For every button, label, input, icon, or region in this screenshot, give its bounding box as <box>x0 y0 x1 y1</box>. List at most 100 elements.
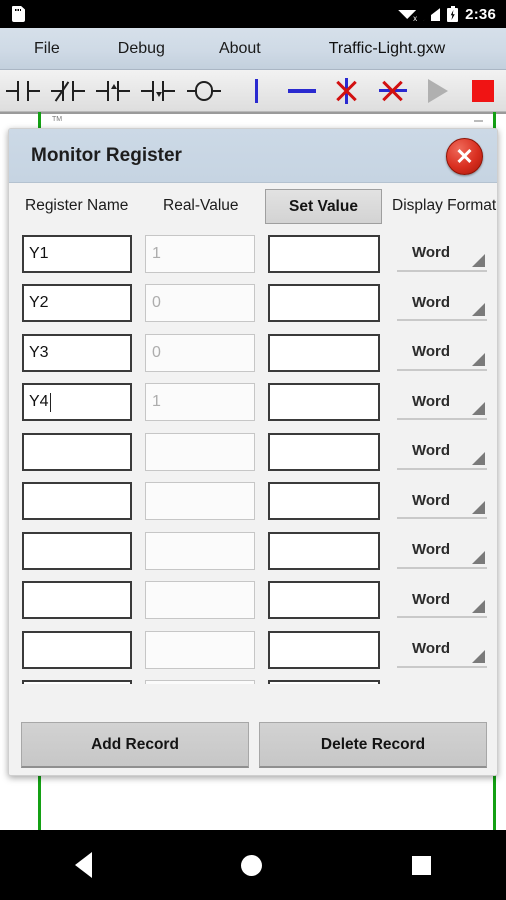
real-value-field <box>145 482 255 521</box>
display-format-label: Word <box>411 442 451 460</box>
display-format-label: Word <box>411 244 451 262</box>
project-filename: Traffic-Light.gxw <box>328 39 446 57</box>
back-icon[interactable] <box>74 852 92 878</box>
real-value-field <box>145 581 255 620</box>
menu-item-about[interactable]: About <box>213 40 267 58</box>
chevron-down-icon <box>472 253 485 267</box>
contact-no-icon[interactable] <box>0 70 45 112</box>
wifi-off-icon: x <box>398 7 417 23</box>
set-value-input[interactable] <box>268 383 380 422</box>
set-value-button[interactable]: Set Value <box>265 189 382 224</box>
display-format-label: Word <box>411 293 451 311</box>
set-value-input[interactable] <box>268 234 380 273</box>
close-glyph: ✕ <box>455 143 474 169</box>
real-value-field <box>145 531 255 570</box>
status-bar-left <box>12 6 398 22</box>
register-name-input[interactable] <box>22 630 132 669</box>
display-format-label: Word <box>411 343 451 361</box>
register-name-input[interactable] <box>22 581 132 620</box>
contact-rising-icon[interactable] <box>91 70 136 112</box>
run-icon[interactable] <box>415 70 460 112</box>
table-row: Word <box>9 477 497 527</box>
real-value-field: 0 <box>145 333 255 372</box>
table-row: Word <box>9 427 497 477</box>
set-value-input[interactable] <box>268 333 380 372</box>
signal-bars-icon <box>423 7 441 21</box>
display-format-dropdown[interactable]: Word <box>397 533 487 569</box>
real-value-field: 1 <box>145 234 255 273</box>
ladder-top-border <box>0 112 506 114</box>
ladder-label-tiny: TM <box>52 116 63 123</box>
chevron-down-icon <box>472 649 485 663</box>
register-name-input[interactable] <box>22 680 132 684</box>
table-row: Y2 0 Word <box>9 279 497 329</box>
column-header-row: Register Name Real-Value Set Value Displ… <box>9 183 497 229</box>
close-icon[interactable]: ✕ <box>446 138 483 175</box>
display-format-dropdown[interactable]: Word <box>397 632 487 668</box>
real-value-field: 1 <box>145 383 255 422</box>
set-value-input[interactable] <box>268 482 380 521</box>
dialog-action-bar: Add Record Delete Record <box>9 715 497 775</box>
table-row: Y4 1 Word <box>9 378 497 428</box>
register-rows-container[interactable]: Y1 1 Word Y2 0 Word Y3 0 Word Y4 1 Word … <box>9 229 497 684</box>
real-value-field: 0 <box>145 284 255 323</box>
horizontal-line-icon[interactable] <box>280 70 325 112</box>
android-status-bar: x 2:36 <box>0 0 506 28</box>
register-name-input[interactable] <box>22 531 132 570</box>
register-name-input[interactable] <box>22 482 132 521</box>
register-name-text: Y4 <box>29 393 49 411</box>
table-row: Y1 1 Word <box>9 229 497 279</box>
ladder-mark-dash <box>474 120 483 122</box>
set-value-input[interactable] <box>268 680 380 684</box>
status-bar-clock: 2:36 <box>465 5 496 23</box>
register-name-input[interactable]: Y1 <box>22 234 132 273</box>
chevron-down-icon <box>472 303 485 317</box>
chevron-down-icon <box>472 451 485 465</box>
set-value-input[interactable] <box>268 581 380 620</box>
vertical-line-icon[interactable] <box>234 70 279 112</box>
display-format-label: Word <box>411 491 451 509</box>
register-name-input[interactable]: Y2 <box>22 284 132 323</box>
display-format-dropdown[interactable]: Word <box>397 236 487 272</box>
display-format-dropdown[interactable]: Word <box>397 434 487 470</box>
set-value-input[interactable] <box>268 432 380 471</box>
real-value-field <box>145 432 255 471</box>
delete-record-button[interactable]: Delete Record <box>259 722 487 768</box>
recents-icon[interactable] <box>412 855 432 875</box>
chevron-down-icon <box>472 600 485 614</box>
display-format-dropdown[interactable]: Word <box>397 384 487 421</box>
set-value-input[interactable] <box>268 531 380 570</box>
column-header-real-value: Real-Value <box>163 197 239 214</box>
register-name-input[interactable]: Y4 <box>22 383 132 422</box>
dialog-title: Monitor Register <box>31 144 182 166</box>
display-format-dropdown[interactable]: Word <box>397 483 487 520</box>
add-record-button[interactable]: Add Record <box>21 722 249 768</box>
display-format-label: Word <box>411 392 451 410</box>
display-format-dropdown[interactable]: Word <box>397 681 487 684</box>
table-row: Word <box>9 675 497 684</box>
register-name-input[interactable] <box>22 432 132 471</box>
android-nav-bar <box>0 830 506 900</box>
menu-item-file[interactable]: File <box>28 40 66 58</box>
register-name-input[interactable]: Y3 <box>22 333 132 372</box>
home-icon[interactable] <box>241 854 263 876</box>
contact-nc-icon[interactable] <box>45 70 90 112</box>
table-row: Word <box>9 526 497 576</box>
display-format-label: Word <box>411 640 451 658</box>
contact-falling-icon[interactable] <box>136 70 181 112</box>
real-value-field <box>145 680 255 684</box>
coil-icon[interactable] <box>181 70 226 112</box>
delete-horizontal-line-icon[interactable] <box>370 70 415 112</box>
table-row: Word <box>9 625 497 675</box>
set-value-input[interactable] <box>268 284 380 323</box>
dialog-title-bar: Monitor Register ✕ <box>9 129 497 183</box>
delete-vertical-line-icon[interactable] <box>325 70 370 112</box>
stop-icon[interactable] <box>461 70 506 112</box>
display-format-dropdown[interactable]: Word <box>397 582 487 619</box>
display-format-dropdown[interactable]: Word <box>397 285 487 322</box>
menu-item-debug[interactable]: Debug <box>112 40 171 58</box>
set-value-input[interactable] <box>268 630 380 669</box>
screen-root: x 2:36 File Debug About Traffic-Light.gx… <box>0 0 506 900</box>
sd-card-icon <box>12 6 25 22</box>
display-format-dropdown[interactable]: Word <box>397 335 487 371</box>
